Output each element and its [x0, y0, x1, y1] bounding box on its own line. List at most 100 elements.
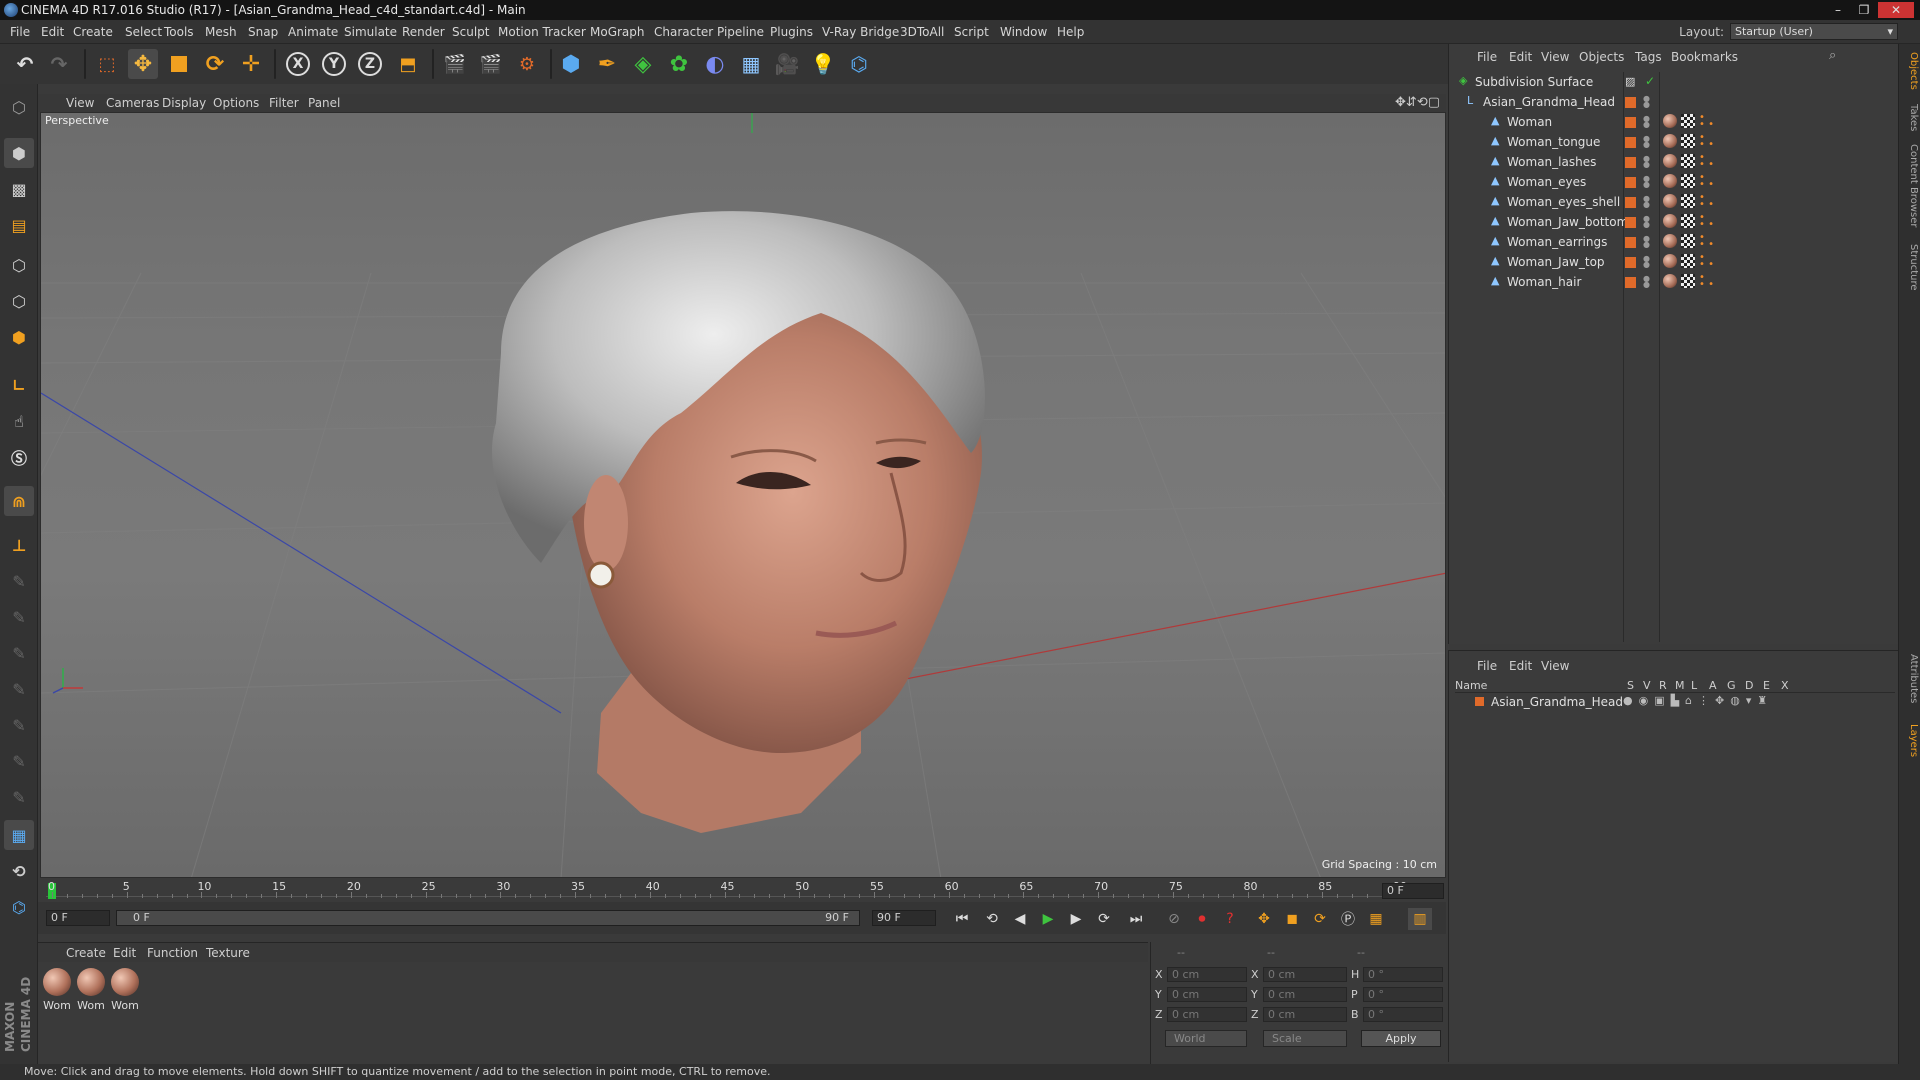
selection-tag-icon[interactable]: • • •	[1699, 253, 1714, 270]
viewport[interactable]: Perspective Grid Spacing : 10 cm	[40, 112, 1446, 878]
menu-mesh[interactable]: Mesh	[205, 25, 237, 39]
transform-tool-icon[interactable]: ✛	[236, 49, 266, 79]
texture-tag-icon[interactable]	[1681, 214, 1695, 228]
subdivision-surface-icon[interactable]: ◈	[628, 49, 658, 79]
apply-button[interactable]: Apply	[1361, 1030, 1441, 1047]
deformer-icon[interactable]: ◐	[700, 49, 730, 79]
object-row[interactable]: ▲ Woman_Jaw_top ● ● • • •	[1449, 252, 1899, 272]
undo-icon[interactable]: ↶	[10, 49, 40, 79]
light-icon[interactable]: 💡	[808, 49, 838, 79]
previous-key-icon[interactable]: ⟲	[980, 908, 1004, 930]
range-slider[interactable]: 0 F 90 F	[116, 910, 860, 926]
texture-mode-icon[interactable]: ▩	[4, 174, 34, 204]
visibility-dots[interactable]: ● ●	[1643, 115, 1650, 129]
render-picture-viewer-icon[interactable]: 🎬	[476, 49, 506, 79]
selection-tag-icon[interactable]: • • •	[1699, 233, 1714, 250]
enabled-check-icon[interactable]: ✓	[1645, 74, 1655, 88]
object-row[interactable]: ▲ Woman_Jaw_bottom ● ● • • •	[1449, 212, 1899, 232]
snapping-icon[interactable]: Ⓢ	[4, 442, 34, 472]
object-row[interactable]: ▲ Woman_eyes ● ● • • •	[1449, 172, 1899, 192]
menu-file[interactable]: File	[10, 25, 30, 39]
play-icon[interactable]: ▶	[1036, 908, 1060, 930]
python-script-icon[interactable]: ⌬	[4, 892, 34, 922]
vp-menu-view[interactable]: View	[66, 96, 94, 110]
brush-pinch-icon[interactable]: ✎	[4, 782, 34, 812]
edit-check-icon[interactable]: ▨	[1625, 75, 1635, 88]
object-name[interactable]: Woman_earrings	[1507, 235, 1607, 249]
layer-toggle-icons[interactable]: ●◉▣▙⌂⋮✥◍▾♜	[1623, 694, 1773, 707]
menu-snap[interactable]: Snap	[248, 25, 278, 39]
tab-objects[interactable]: Objects	[1901, 52, 1919, 90]
material-tag-icon[interactable]	[1663, 114, 1677, 128]
visibility-dots[interactable]: ● ●	[1643, 175, 1650, 189]
mat-menu-edit[interactable]: Edit	[113, 946, 136, 960]
visibility-dots[interactable]: ● ●	[1643, 215, 1650, 229]
object-name[interactable]: Woman_eyes_shell	[1507, 195, 1620, 209]
texture-tag-icon[interactable]	[1681, 114, 1695, 128]
object-row-subdivision-surface[interactable]: ◈ Subdivision Surface ▨ ✓	[1449, 72, 1899, 92]
mat-menu-create[interactable]: Create	[66, 946, 106, 960]
layer-menu-view[interactable]: View	[1541, 659, 1569, 673]
previous-frame-icon[interactable]: ◀	[1008, 908, 1032, 930]
object-name[interactable]: Woman_hair	[1507, 275, 1581, 289]
visibility-dots[interactable]: ● ●	[1643, 155, 1650, 169]
object-name[interactable]: Woman_lashes	[1507, 155, 1596, 169]
camera-label[interactable]: Perspective	[45, 114, 109, 127]
brush-smooth-icon[interactable]: ✎	[4, 566, 34, 596]
go-to-end-icon[interactable]: ⏭	[1124, 908, 1148, 930]
selection-tag-icon[interactable]: • • •	[1699, 113, 1714, 130]
menu-tools[interactable]: Tools	[164, 25, 194, 39]
selection-tag-icon[interactable]: • • •	[1699, 273, 1714, 290]
next-key-icon[interactable]: ⟳	[1092, 908, 1116, 930]
record-icon[interactable]: ⏺	[1190, 908, 1214, 930]
edges-mode-icon[interactable]: ⬡	[4, 286, 34, 316]
material-tag-icon[interactable]	[1663, 194, 1677, 208]
obj-menu-bookmarks[interactable]: Bookmarks	[1671, 50, 1738, 64]
axis-x-button[interactable]: X	[283, 49, 313, 79]
tab-attributes[interactable]: Attributes	[1901, 654, 1919, 703]
mat-menu-function[interactable]: Function	[147, 946, 198, 960]
render-settings-icon[interactable]: ⚙	[512, 49, 542, 79]
object-name[interactable]: Woman	[1507, 115, 1552, 129]
texture-tag-icon[interactable]	[1681, 254, 1695, 268]
visibility-dots[interactable]: ● ●	[1643, 235, 1650, 249]
scale-tool-icon[interactable]	[164, 49, 194, 79]
vp-menu-panel[interactable]: Panel	[308, 96, 340, 110]
menu-render[interactable]: Render	[402, 25, 445, 39]
brush-relax-icon[interactable]: ✎	[4, 638, 34, 668]
brush-grab-icon[interactable]: ✎	[4, 746, 34, 776]
size-y-field[interactable]: 0 cm	[1263, 987, 1347, 1002]
material-tag-icon[interactable]	[1663, 174, 1677, 188]
menu-pipeline[interactable]: Pipeline	[717, 25, 764, 39]
texture-tag-icon[interactable]	[1681, 134, 1695, 148]
redo-icon[interactable]: ↷	[44, 49, 74, 79]
size-x-field[interactable]: 0 cm	[1263, 967, 1347, 982]
start-frame-field[interactable]: 0 F	[46, 910, 110, 926]
brush-flatten-icon[interactable]: ✎	[4, 674, 34, 704]
layer-color-dot[interactable]	[1625, 177, 1636, 188]
layer-menu-file[interactable]: File	[1477, 659, 1497, 673]
object-name[interactable]: Subdivision Surface	[1475, 75, 1593, 89]
menu-create[interactable]: Create	[73, 25, 113, 39]
tab-takes[interactable]: Takes	[1901, 104, 1919, 131]
minimize-button[interactable]: –	[1826, 2, 1850, 18]
key-position-icon[interactable]: ✥	[1252, 908, 1276, 930]
coord-space-dropdown[interactable]: World	[1165, 1030, 1247, 1047]
layout-select[interactable]: Startup (User)	[1730, 23, 1898, 40]
live-selection-icon[interactable]: ⬚	[92, 49, 122, 79]
cloner-icon[interactable]: ✿	[664, 49, 694, 79]
texture-tag-icon[interactable]	[1681, 274, 1695, 288]
material-swatch[interactable]: Wom	[110, 968, 140, 1012]
key-parameter-icon[interactable]: Ⓟ	[1336, 908, 1360, 930]
sculpt-grid-icon[interactable]: ▦	[4, 820, 34, 850]
pos-x-field[interactable]: 0 cm	[1167, 967, 1247, 982]
polygons-mode-icon[interactable]: ⬢	[4, 322, 34, 352]
obj-menu-tags[interactable]: Tags	[1635, 50, 1662, 64]
key-rotation-icon[interactable]: ⟳	[1308, 908, 1332, 930]
layer-color-swatch[interactable]	[1475, 697, 1484, 706]
menu-select[interactable]: Select	[125, 25, 162, 39]
material-tag-icon[interactable]	[1663, 154, 1677, 168]
material-tag-icon[interactable]	[1663, 234, 1677, 248]
menu-script[interactable]: Script	[954, 25, 989, 39]
object-row[interactable]: ▲ Woman_eyes_shell ● ● • • •	[1449, 192, 1899, 212]
